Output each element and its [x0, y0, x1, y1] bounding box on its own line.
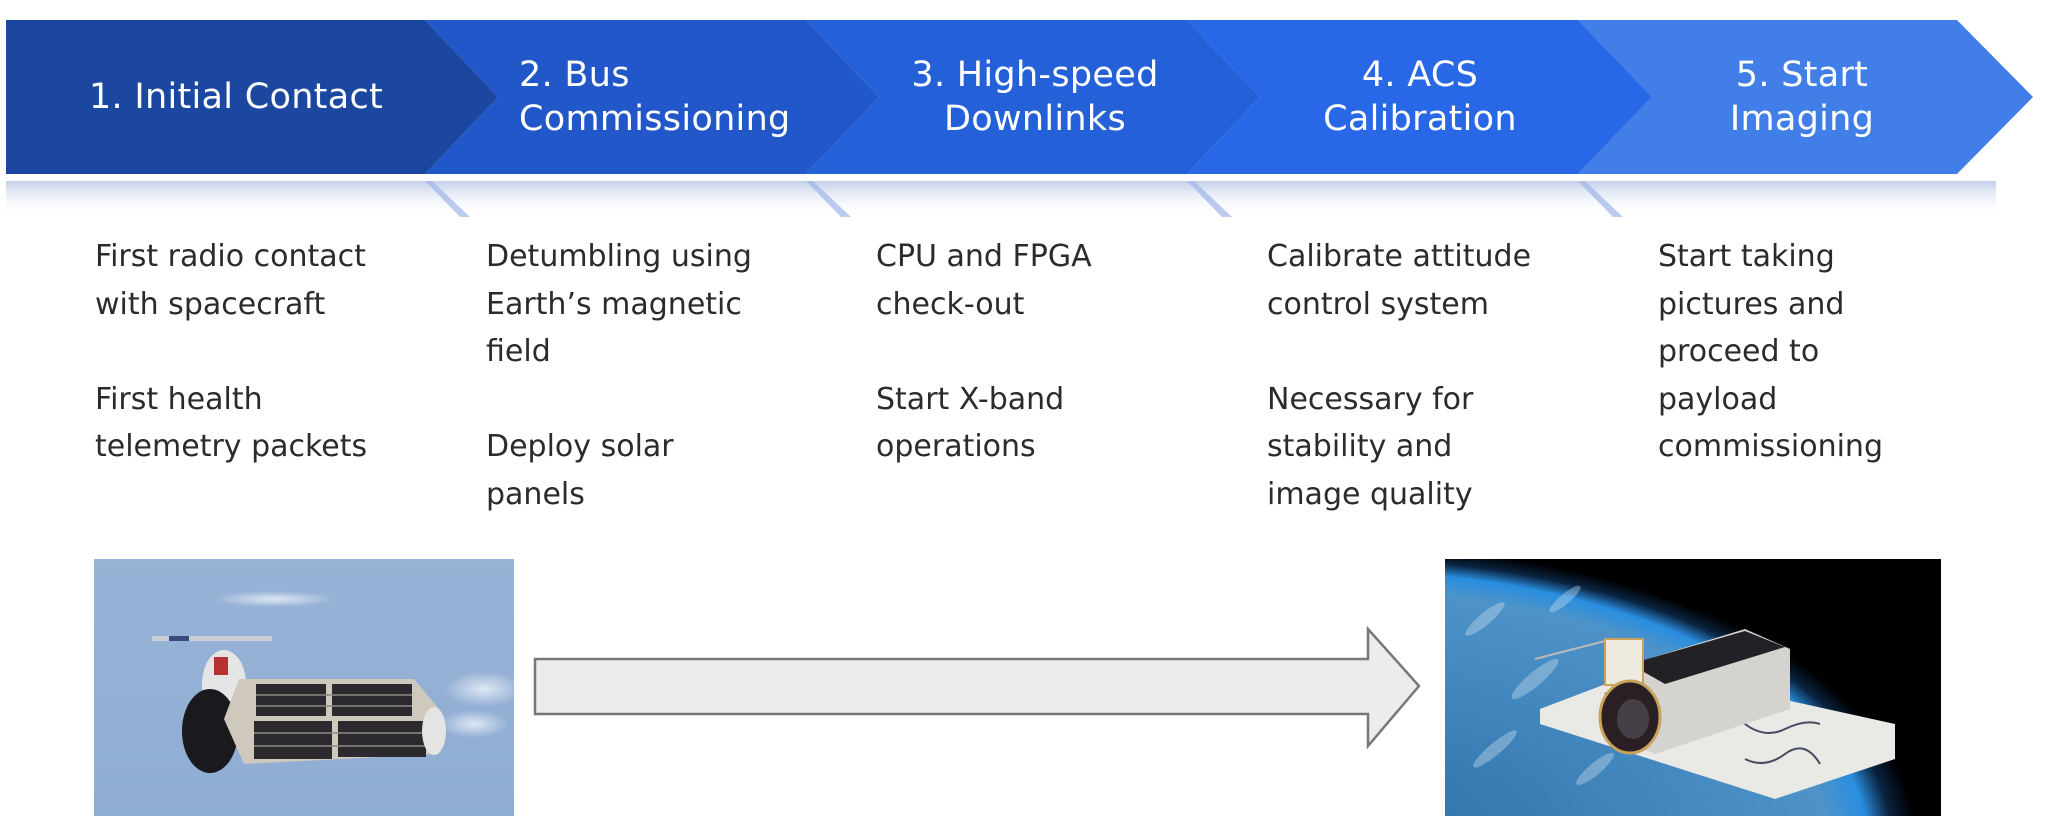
phase-2-title-line-1: 2. Bus [519, 55, 630, 95]
phase-1-descriptions: First radio contact with spacecraft Firs… [95, 233, 435, 518]
satellite-earth-image [1445, 559, 1941, 816]
phase-5-title: 5. Start Imaging [1652, 20, 1952, 174]
satellite-imaging-photo [1445, 559, 1941, 816]
satellite-deployment-photo [94, 559, 514, 816]
phase-1-title-line: 1. Initial Contact [88, 77, 384, 117]
phase-5-title-line-2: Imaging [1729, 99, 1875, 139]
right-arrow-icon [535, 631, 1440, 663]
phase-2-description-2: Deploy solar panels [486, 429, 674, 512]
phase-5-descriptions: Start taking pictures and proceed to pay… [1658, 233, 1998, 518]
phase-1-description-2: First health telemetry packets [95, 381, 368, 465]
phase-4-title-line-2: Calibration [1323, 99, 1517, 139]
phase-2-descriptions: Detumbling using Earth’s magnetic field … [486, 233, 826, 566]
phase-5-description-1: Start taking pictures and proceed to pay… [1658, 239, 1883, 464]
phase-2-title: 2. Bus Commissioning [519, 20, 819, 174]
phase-3-descriptions: CPU and FPGA check-out Start X-band oper… [876, 233, 1216, 518]
phase-4-descriptions: Calibrate attitude control system Necess… [1267, 233, 1607, 566]
phase-2-title-line-2: Commissioning [519, 99, 791, 139]
satellite-sky-image [94, 559, 514, 816]
phase-3-title: 3. High-speed Downlinks [870, 20, 1200, 174]
phase-3-title-line-1: 3. High-speed [911, 55, 1159, 95]
phase-1-description-1: First radio contact with spacecraft [95, 239, 366, 322]
phase-4-title: 4. ACS Calibration [1260, 20, 1580, 174]
commissioning-diagram: 1. Initial Contact 2. Bus Commissioning … [0, 0, 2048, 836]
phase-2-description-1: Detumbling using Earth’s magnetic field [486, 239, 752, 369]
phase-3-title-line-2: Downlinks [943, 99, 1126, 139]
phase-4-description-1: Calibrate attitude control system [1267, 239, 1532, 322]
phase-5-title-line-1: 5. Start [1735, 55, 1869, 95]
phase-3-description-2: Start X-band operations [876, 381, 1065, 465]
phase-4-title-line-1: 4. ACS [1361, 55, 1479, 95]
phase-4-description-2: Necessary for stability and image qualit… [1267, 381, 1474, 512]
chevron-reflection [6, 181, 1996, 217]
phase-3-description-1: CPU and FPGA check-out [876, 239, 1092, 322]
phase-1-title: 1. Initial Contact [6, 20, 466, 174]
progress-arrow [520, 615, 1440, 755]
